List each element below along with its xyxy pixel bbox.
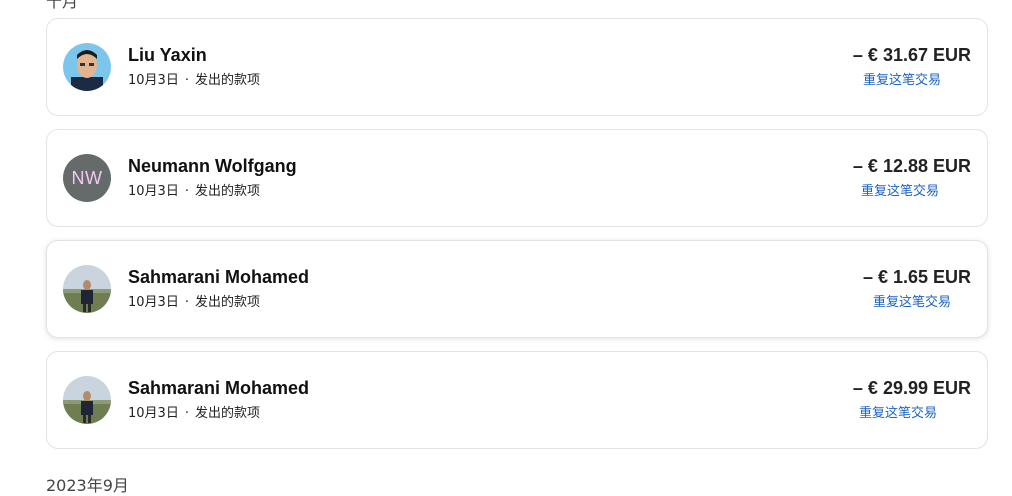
avatar — [63, 376, 111, 424]
transaction-date: 10月3日 — [128, 73, 179, 88]
transaction-type: 发出的款项 — [194, 295, 260, 310]
avatar-initials: NW — [63, 154, 111, 202]
payee-name: Sahmarani Mohamed — [128, 378, 310, 398]
transaction-meta: 10月3日 · 发出的款项 — [128, 69, 260, 88]
transaction-type: 发出的款项 — [194, 406, 260, 421]
payee-name: Sahmarani Mohamed — [128, 267, 310, 287]
transaction-meta: 10月3日 · 发出的款项 — [128, 180, 260, 199]
repeat-transaction-link[interactable]: 重复这笔交易 — [863, 69, 941, 88]
separator: · — [184, 184, 189, 199]
payee-name: Liu Yaxin — [128, 45, 207, 65]
repeat-transaction-link[interactable]: 重复这笔交易 — [873, 291, 951, 310]
transaction-card[interactable]: Sahmarani Mohamed 10月3日 · 发出的款项 – € 1.65 E… — [46, 240, 988, 338]
separator: · — [184, 406, 189, 421]
separator: · — [184, 295, 189, 310]
transaction-amount: – € 31.67 EUR — [852, 45, 971, 65]
avatar — [63, 265, 111, 313]
transaction-card[interactable]: NW Neumann Wolfgang 10月3日 · 发出的款项 – € 12.8… — [46, 129, 988, 227]
transaction-type: 发出的款项 — [194, 73, 260, 88]
transaction-meta: 10月3日 · 发出的款项 — [128, 402, 260, 421]
transaction-amount: – € 1.65 EUR — [862, 267, 971, 287]
transaction-card[interactable]: Sahmarani Mohamed 10月3日 · 发出的款项 – € 29.99 … — [46, 351, 988, 449]
transaction-amount: – € 29.99 EUR — [852, 378, 971, 398]
section-header-september: 2023年9月 — [46, 476, 129, 495]
transaction-date: 10月3日 — [128, 184, 179, 199]
transaction-type: 发出的款项 — [194, 184, 260, 199]
separator: · — [184, 73, 189, 88]
payee-name: Neumann Wolfgang — [128, 156, 297, 176]
transaction-date: 10月3日 — [128, 295, 179, 310]
transaction-card[interactable]: Liu Yaxin 10月3日 · 发出的款项 – € 31.67 EUR 重复这笔… — [46, 18, 988, 116]
transaction-meta: 10月3日 · 发出的款项 — [128, 291, 260, 310]
section-header-october: 十月 — [46, 0, 79, 11]
repeat-transaction-link[interactable]: 重复这笔交易 — [859, 402, 937, 421]
repeat-transaction-link[interactable]: 重复这笔交易 — [861, 180, 939, 199]
transaction-date: 10月3日 — [128, 406, 179, 421]
transaction-amount: – € 12.88 EUR — [852, 156, 971, 176]
avatar — [63, 43, 111, 91]
